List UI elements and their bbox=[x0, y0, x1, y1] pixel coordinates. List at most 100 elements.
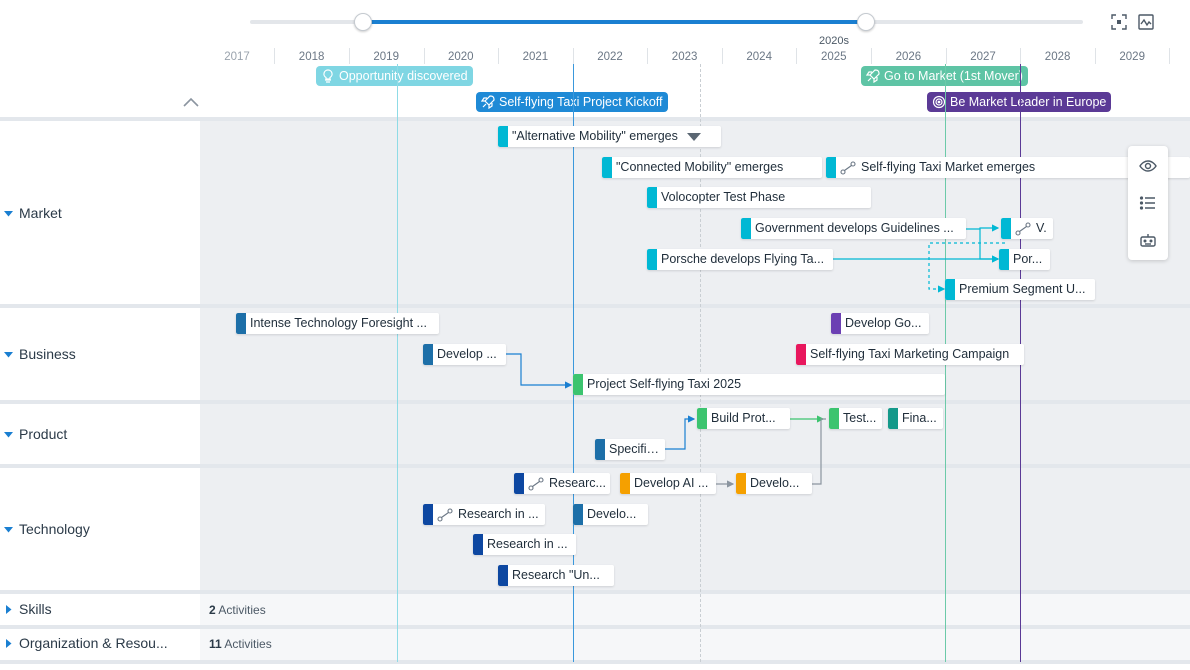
year-tick bbox=[424, 48, 425, 64]
milestone-project-kickoff[interactable]: Self-flying Taxi Project Kickoff bbox=[476, 92, 668, 112]
task-color-tab bbox=[829, 408, 839, 429]
year-label: 2017 bbox=[224, 51, 250, 63]
task-color-tab bbox=[796, 344, 806, 365]
lane-area-skills bbox=[200, 594, 1190, 625]
task-color-tab bbox=[602, 157, 612, 178]
rocket-icon bbox=[481, 95, 495, 109]
task-label: "Connected Mobility" emerges bbox=[616, 160, 784, 174]
lane-area-market bbox=[200, 121, 1190, 304]
task-card[interactable]: Develop AI ... bbox=[620, 473, 716, 494]
year-tick bbox=[946, 48, 947, 64]
task-label: Develop Go... bbox=[845, 316, 922, 330]
task-card[interactable]: Premium Segment U... bbox=[945, 279, 1095, 300]
year-tick bbox=[871, 48, 872, 64]
organization-activity-count: 11 Activities bbox=[209, 637, 272, 651]
year-tick bbox=[647, 48, 648, 64]
task-card[interactable]: Specific... bbox=[595, 439, 665, 460]
year-tick bbox=[1020, 48, 1021, 64]
lane-toggle-technology[interactable]: Technology bbox=[4, 521, 90, 537]
caret-down-icon bbox=[4, 526, 13, 532]
task-card[interactable]: Project Self-flying Taxi 2025 bbox=[573, 374, 945, 395]
lane-toggle-skills[interactable]: Skills bbox=[4, 601, 52, 617]
chart-icon[interactable] bbox=[1138, 14, 1154, 30]
task-card[interactable]: Intense Technology Foresight ... bbox=[236, 313, 439, 334]
task-label: Por... bbox=[1013, 252, 1043, 266]
milestone-opportunity-discovered[interactable]: Opportunity discovered bbox=[316, 66, 473, 86]
lane-toggle-organization[interactable]: Organization & Resou... bbox=[4, 635, 168, 651]
task-card[interactable]: Fina... bbox=[888, 408, 943, 429]
task-label: Researc... bbox=[549, 476, 606, 490]
task-label: Develop ... bbox=[437, 347, 497, 361]
task-card[interactable]: Porsche develops Flying Ta... bbox=[647, 249, 833, 270]
timeline-range-selection[interactable] bbox=[363, 20, 866, 24]
range-end-handle[interactable] bbox=[857, 13, 875, 31]
task-card[interactable]: Research "Un... bbox=[498, 565, 614, 586]
lane-toggle-business[interactable]: Business bbox=[4, 346, 76, 362]
task-card[interactable]: Research in ... bbox=[473, 534, 576, 555]
task-card[interactable]: Build Prot... bbox=[697, 408, 790, 429]
task-color-tab bbox=[647, 249, 657, 270]
year-label: 2020 bbox=[448, 51, 474, 63]
view-tools-panel bbox=[1128, 146, 1168, 260]
year-label: 2022 bbox=[597, 51, 623, 63]
lane-separator bbox=[0, 660, 1190, 664]
task-card[interactable]: Government develops Guidelines ... bbox=[741, 218, 966, 239]
task-card[interactable]: Develop Go... bbox=[831, 313, 929, 334]
caret-right-icon bbox=[6, 604, 12, 614]
lane-toggle-product[interactable]: Product bbox=[4, 426, 67, 442]
task-color-tab bbox=[498, 565, 508, 586]
task-card[interactable]: Por... bbox=[999, 249, 1050, 270]
skills-activity-count: 2 Activities bbox=[209, 603, 266, 617]
task-label: Intense Technology Foresight ... bbox=[250, 316, 427, 330]
target-icon bbox=[932, 95, 946, 109]
task-card[interactable]: Test... bbox=[829, 408, 882, 429]
dependency-link-icon bbox=[437, 507, 453, 522]
task-color-tab bbox=[236, 313, 246, 334]
task-card[interactable]: Develo... bbox=[573, 504, 648, 525]
task-card[interactable]: "Connected Mobility" emerges bbox=[602, 157, 822, 178]
year-tick bbox=[722, 48, 723, 64]
year-label: 2029 bbox=[1119, 51, 1145, 63]
task-color-tab bbox=[423, 504, 433, 525]
task-card[interactable]: Develop ... bbox=[423, 344, 506, 365]
task-card[interactable]: Research in ... bbox=[423, 504, 545, 525]
focus-icon[interactable] bbox=[1111, 14, 1127, 30]
task-color-tab bbox=[620, 473, 630, 494]
task-card[interactable]: Develo... bbox=[736, 473, 812, 494]
range-start-handle[interactable] bbox=[354, 13, 372, 31]
year-label: 2025 bbox=[821, 51, 847, 63]
lane-label: Market bbox=[19, 205, 62, 221]
task-card[interactable]: Researc... bbox=[514, 473, 610, 494]
year-tick bbox=[796, 48, 797, 64]
year-label: 2024 bbox=[746, 51, 772, 63]
task-label: Build Prot... bbox=[711, 411, 776, 425]
eye-icon[interactable] bbox=[1138, 156, 1158, 176]
year-label: 2026 bbox=[895, 51, 922, 63]
task-label: Fina... bbox=[902, 411, 937, 425]
task-color-tab bbox=[473, 534, 483, 555]
task-color-tab bbox=[514, 473, 524, 494]
year-label: 2019 bbox=[373, 51, 399, 63]
task-card[interactable]: "Alternative Mobility" emerges bbox=[498, 126, 721, 147]
task-label: Self-flying Taxi Market emerges bbox=[861, 160, 1036, 174]
task-color-tab bbox=[741, 218, 751, 239]
caret-down-icon bbox=[4, 351, 13, 357]
dropdown-arrow-icon[interactable] bbox=[686, 132, 701, 141]
task-color-tab bbox=[573, 504, 583, 525]
task-color-tab bbox=[647, 187, 657, 208]
lane-area-product bbox=[200, 404, 1190, 464]
year-label: 2018 bbox=[298, 51, 325, 63]
task-card[interactable]: Self-flying Taxi Marketing Campaign bbox=[796, 344, 1024, 365]
robot-icon[interactable] bbox=[1138, 230, 1158, 250]
roadmap-view: 2020s 2017 2018 2019 2020 2021 2022 2023 2024 20… bbox=[0, 0, 1190, 670]
year-tick bbox=[498, 48, 499, 64]
task-card[interactable]: Volocopter Test Phase bbox=[647, 187, 871, 208]
task-label: Volocopter Test Phase bbox=[661, 190, 786, 204]
list-icon[interactable] bbox=[1138, 193, 1158, 213]
task-card[interactable]: V. bbox=[1001, 218, 1053, 239]
lane-area-organization bbox=[200, 629, 1190, 660]
lane-toggle-market[interactable]: Market bbox=[4, 205, 62, 221]
dependency-link-icon bbox=[840, 160, 856, 175]
chevron-up-icon[interactable] bbox=[182, 96, 200, 108]
task-color-tab bbox=[999, 249, 1009, 270]
